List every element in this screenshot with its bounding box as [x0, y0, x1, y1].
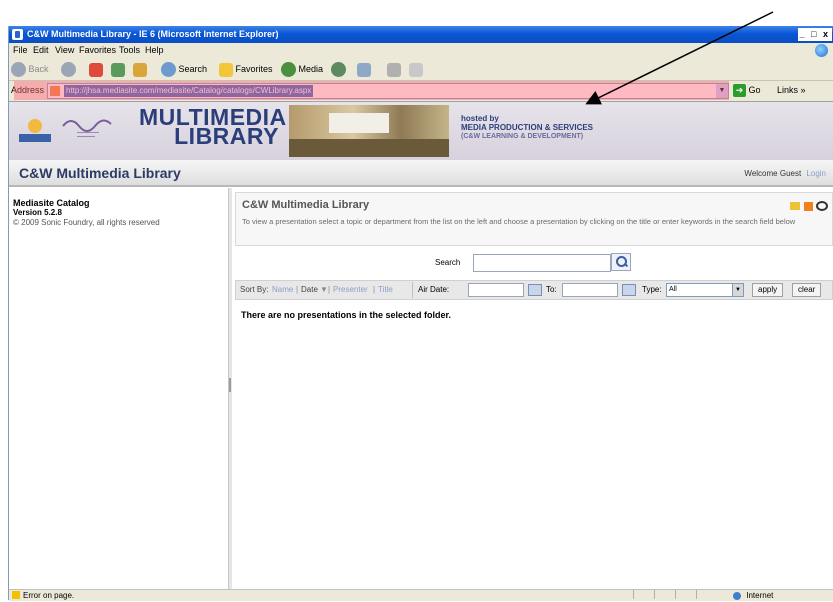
annotation-arrow-line: [585, 11, 774, 105]
annotation-arrow: [585, 11, 774, 105]
